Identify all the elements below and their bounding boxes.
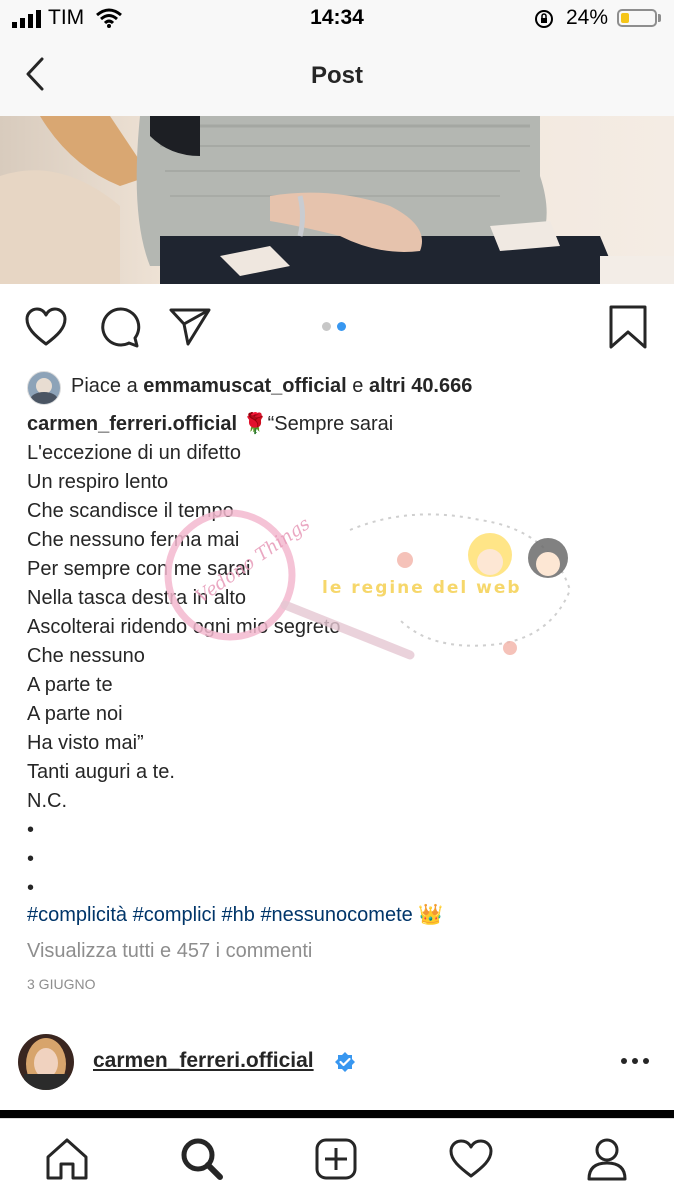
profile-icon[interactable]	[585, 1136, 629, 1182]
add-post-icon[interactable]	[314, 1137, 358, 1181]
activity-heart-icon[interactable]	[448, 1139, 494, 1179]
caption-line: Un respiro lento	[27, 471, 169, 493]
save-bookmark-icon[interactable]	[608, 304, 648, 350]
hashtag-list[interactable]: #complicità #complici #hb #nessunocomete	[27, 904, 413, 926]
likes-summary: Piace a emmamuscat_official e altri 40.6…	[27, 372, 472, 401]
caption-line: Tanti auguri a te.	[27, 761, 175, 783]
caption-text: “Sempre sarai	[267, 413, 394, 435]
home-icon[interactable]	[45, 1137, 89, 1181]
post-photo[interactable]	[0, 116, 674, 284]
caption-line: A parte noi	[27, 703, 123, 725]
tab-bar	[0, 1118, 674, 1201]
watermark-text: le regine del web	[322, 578, 522, 598]
share-paper-plane-icon[interactable]	[168, 306, 212, 346]
next-post-avatar[interactable]	[18, 1034, 74, 1090]
crown-emoji: 👑	[418, 904, 444, 926]
hashtags[interactable]: #complicità #complici #hb #nessunocomete…	[27, 901, 443, 930]
caption-line: L'eccezione di un difetto	[27, 442, 241, 464]
battery-fill	[621, 13, 629, 23]
liker-username[interactable]: emmamuscat_official	[143, 375, 346, 397]
caption-line: •	[27, 848, 35, 870]
rose-emoji: 🌹	[242, 413, 268, 435]
rotation-lock-icon	[535, 10, 553, 28]
more-options-icon[interactable]	[620, 1055, 650, 1067]
battery-tip	[658, 14, 661, 22]
next-post-photo-edge	[0, 1110, 674, 1118]
like-heart-icon[interactable]	[24, 307, 68, 347]
caption-line: •	[27, 819, 35, 841]
caption-line: Ha visto mai”	[27, 732, 144, 754]
nav-bar: Post	[0, 38, 674, 116]
page-title: Post	[310, 62, 363, 89]
carousel-indicator	[322, 322, 346, 331]
battery-icon	[617, 9, 657, 27]
caption-line: A parte te	[27, 674, 113, 696]
post-photo-image	[0, 116, 674, 284]
post-date: 3 GIUGNO	[27, 976, 96, 992]
status-bar: TIM 14:34 24%	[0, 0, 674, 38]
caption-first-line: carmen_ferreri.official 🌹“Sempre sarai	[27, 410, 393, 439]
verified-badge-icon	[335, 1052, 355, 1072]
carousel-dot	[337, 322, 346, 331]
likes-conjunction: e	[352, 375, 364, 397]
caption-line: N.C.	[27, 790, 67, 812]
comment-bubble-icon[interactable]	[97, 306, 141, 348]
battery-percent: 24%	[566, 6, 609, 29]
view-all-comments-link[interactable]: Visualizza tutti e 457 i commenti	[27, 937, 312, 966]
search-icon[interactable]	[180, 1137, 224, 1181]
carousel-dot	[322, 322, 331, 331]
likes-prefix: Piace a	[71, 375, 138, 397]
next-post-username[interactable]: carmen_ferreri.official	[93, 1049, 314, 1073]
likes-others-count[interactable]: altri 40.666	[369, 375, 472, 397]
caption-line: •	[27, 877, 35, 899]
caption-author[interactable]: carmen_ferreri.official	[27, 413, 237, 435]
